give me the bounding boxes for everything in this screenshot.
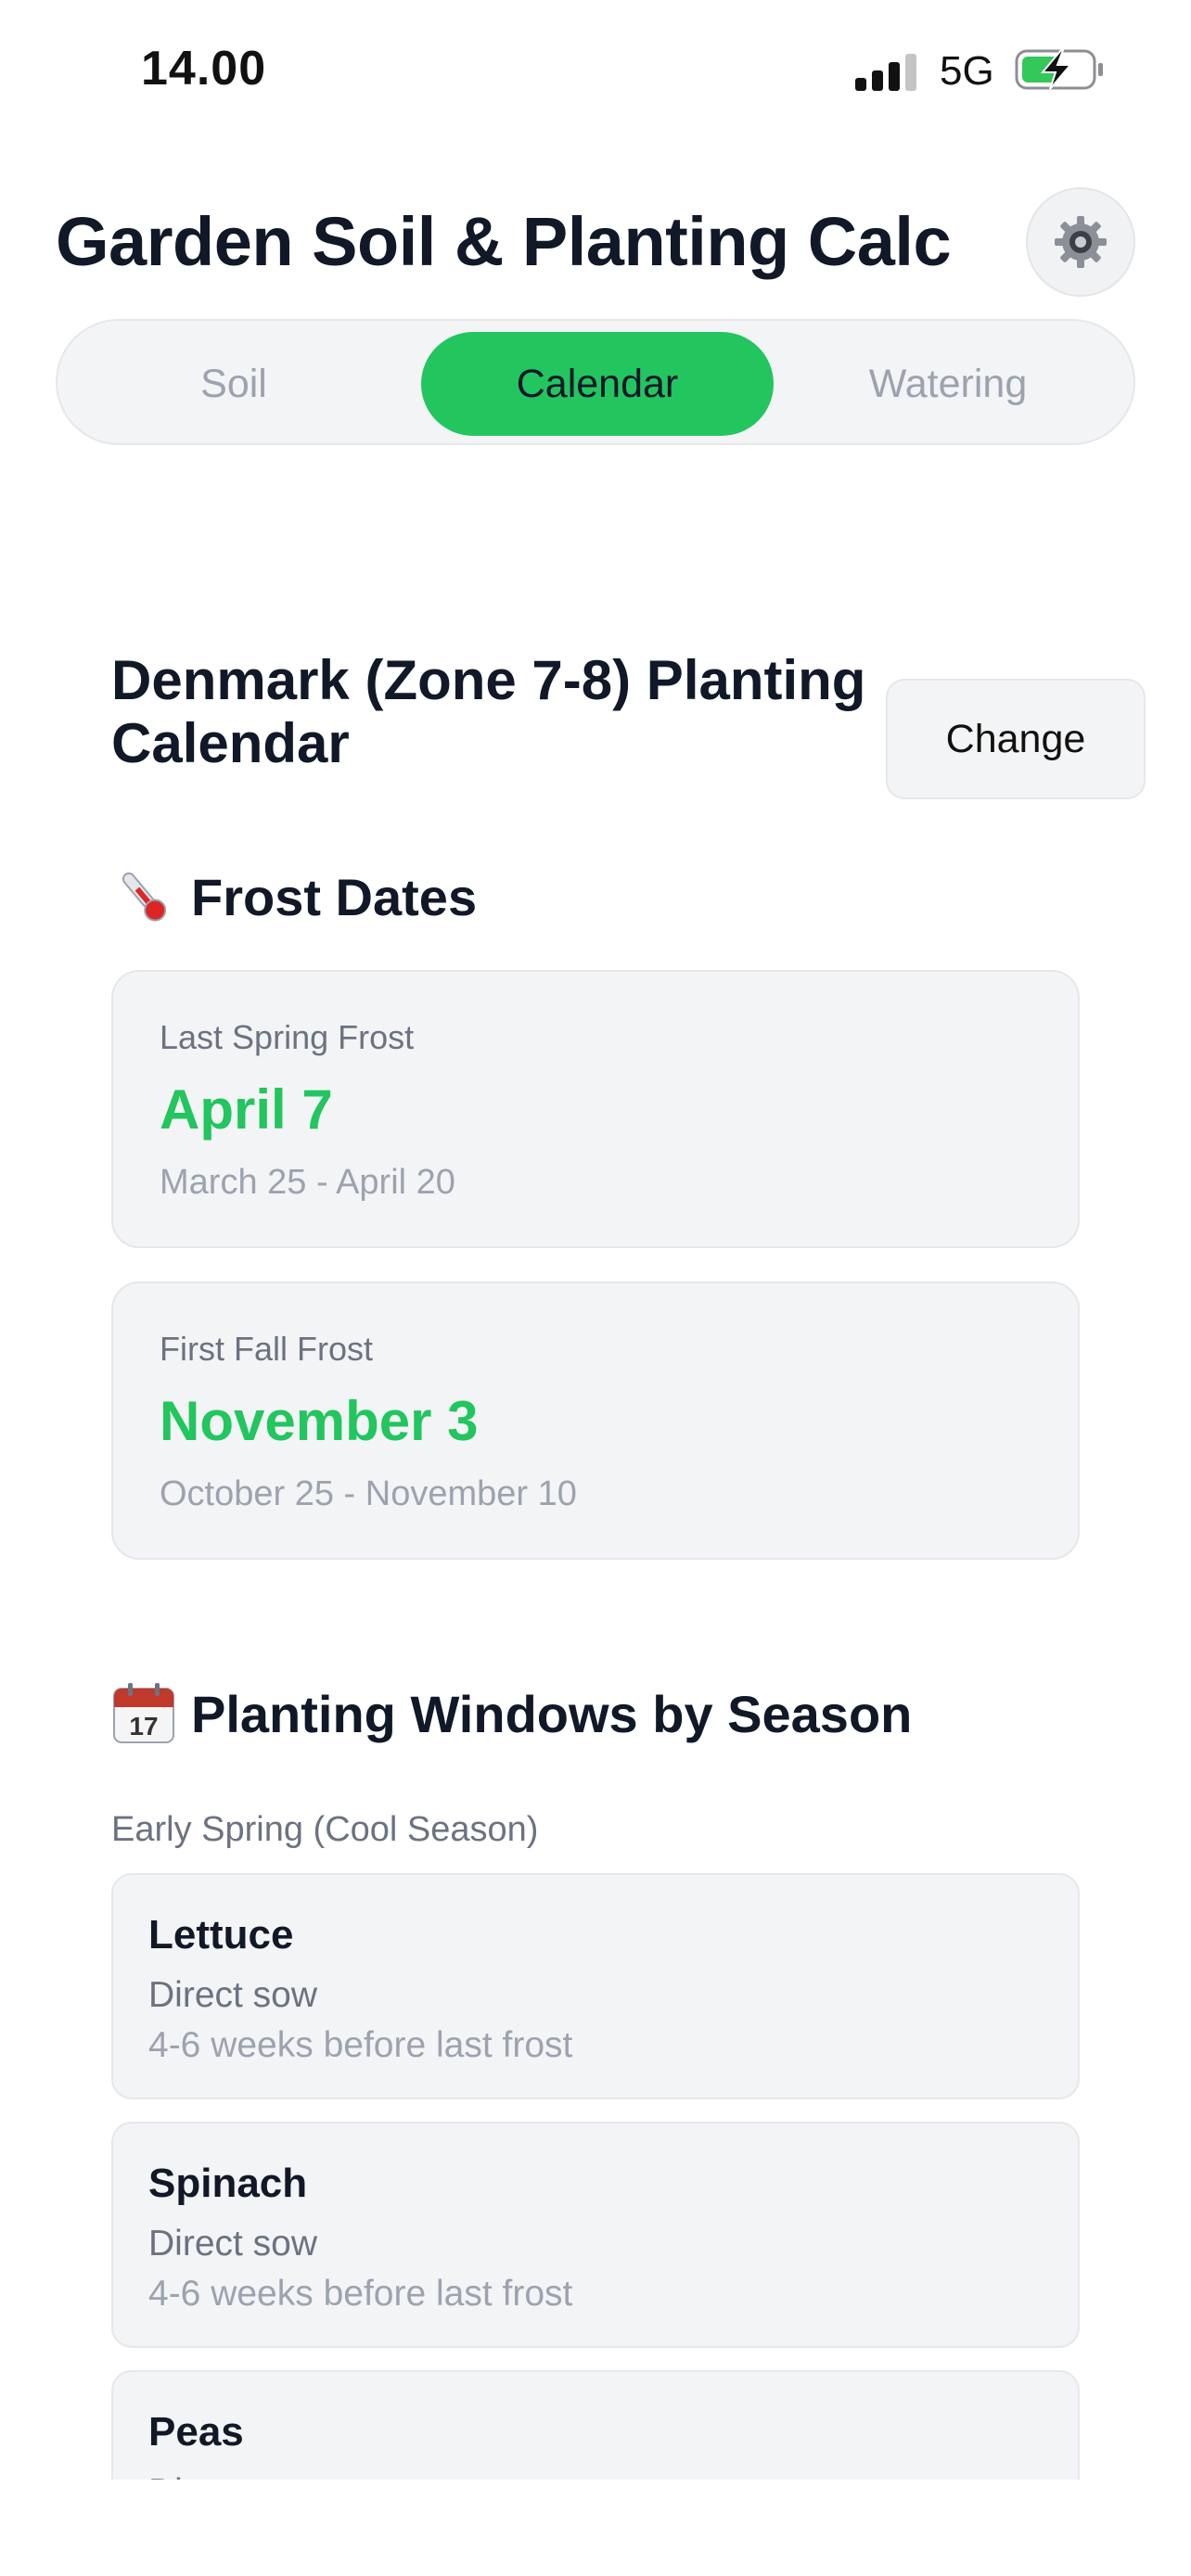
- frost-dates-heading-text: Frost Dates: [191, 867, 478, 926]
- crop-name: Peas: [148, 2409, 244, 2455]
- crop-method: Direct sow: [148, 1975, 318, 2015]
- battery-charging-icon: [1015, 49, 1103, 90]
- crop-timing: 4-6 weeks before last frost: [148, 2025, 573, 2065]
- crop-timing: 4-6 weeks before last frost: [148, 2274, 573, 2314]
- tab-watering[interactable]: Watering: [772, 332, 1124, 436]
- frost-card-label: First Fall Frost: [160, 1330, 373, 1368]
- crop-card-spinach[interactable]: Spinach Direct sow 4-6 weeks before last…: [111, 2122, 1080, 2348]
- crop-method: Direct sow: [148, 2224, 318, 2264]
- season-label: Early Spring (Cool Season): [111, 1810, 539, 1849]
- crop-name: Lettuce: [148, 1912, 294, 1958]
- frost-card-date: November 3: [160, 1390, 479, 1452]
- planting-windows-heading-text: Planting Windows by Season: [191, 1684, 913, 1743]
- crop-card-lettuce[interactable]: Lettuce Direct sow 4-6 weeks before last…: [111, 1873, 1080, 2099]
- bottom-safe-area: [0, 2480, 1191, 2576]
- network-type: 5G: [940, 48, 994, 94]
- svg-text:17: 17: [129, 1712, 158, 1741]
- planting-windows-heading: 17 Planting Windows by Season: [111, 1681, 912, 1746]
- status-time: 14.00: [141, 42, 267, 96]
- gear-icon: [1055, 216, 1107, 268]
- settings-button[interactable]: [1026, 187, 1135, 297]
- calendar-title: Denmark (Zone 7-8) Planting Calendar: [111, 649, 866, 774]
- tab-calendar[interactable]: Calendar: [421, 332, 774, 436]
- frost-card-range: March 25 - April 20: [160, 1163, 455, 1202]
- calendar-icon: 17: [113, 1683, 174, 1743]
- first-fall-frost-card: First Fall Frost November 3 October 25 -…: [111, 1282, 1080, 1560]
- thermometer-icon: [122, 872, 167, 922]
- frost-card-date: April 7: [160, 1078, 333, 1141]
- segmented-tabs: Soil Calendar Watering: [56, 319, 1135, 445]
- app-title: Garden Soil & Planting Calc: [56, 203, 952, 280]
- frost-card-range: October 25 - November 10: [160, 1474, 577, 1513]
- frost-dates-heading: Frost Dates: [111, 864, 477, 929]
- crop-name: Spinach: [148, 2161, 308, 2206]
- frost-card-label: Last Spring Frost: [160, 1018, 415, 1056]
- tab-soil[interactable]: Soil: [58, 332, 410, 436]
- status-bar: 14.00 5G: [0, 0, 1191, 139]
- last-spring-frost-card: Last Spring Frost April 7 March 25 - Apr…: [111, 970, 1080, 1248]
- change-region-button[interactable]: Change: [886, 679, 1146, 799]
- signal-icon: [855, 54, 916, 91]
